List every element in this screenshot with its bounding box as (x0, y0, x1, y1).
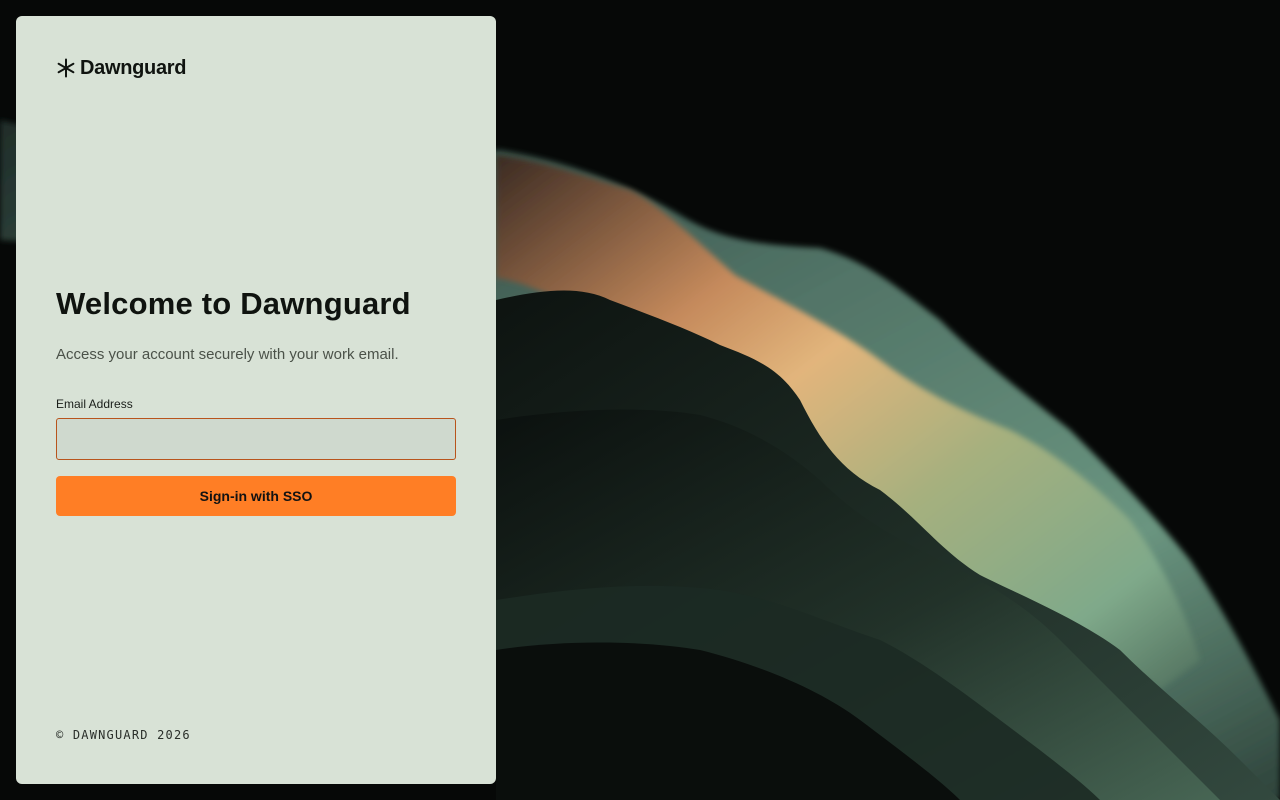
brand-logo[interactable]: Dawnguard (56, 57, 187, 79)
brand-name: Dawnguard (80, 57, 187, 79)
page-title: Welcome to Dawnguard (56, 286, 411, 321)
login-panel: Dawnguard Welcome to Dawnguard Access yo… (16, 16, 496, 784)
email-field[interactable] (56, 418, 456, 460)
sign-in-sso-button[interactable]: Sign-in with SSO (56, 476, 456, 516)
page-subtitle: Access your account securely with your w… (56, 346, 399, 363)
login-form: Welcome to Dawnguard Access your account… (56, 284, 456, 516)
asterisk-icon (57, 58, 75, 78)
email-label: Email Address (56, 397, 133, 411)
copyright-footer: © DAWNGUARD 2026 (56, 728, 191, 742)
